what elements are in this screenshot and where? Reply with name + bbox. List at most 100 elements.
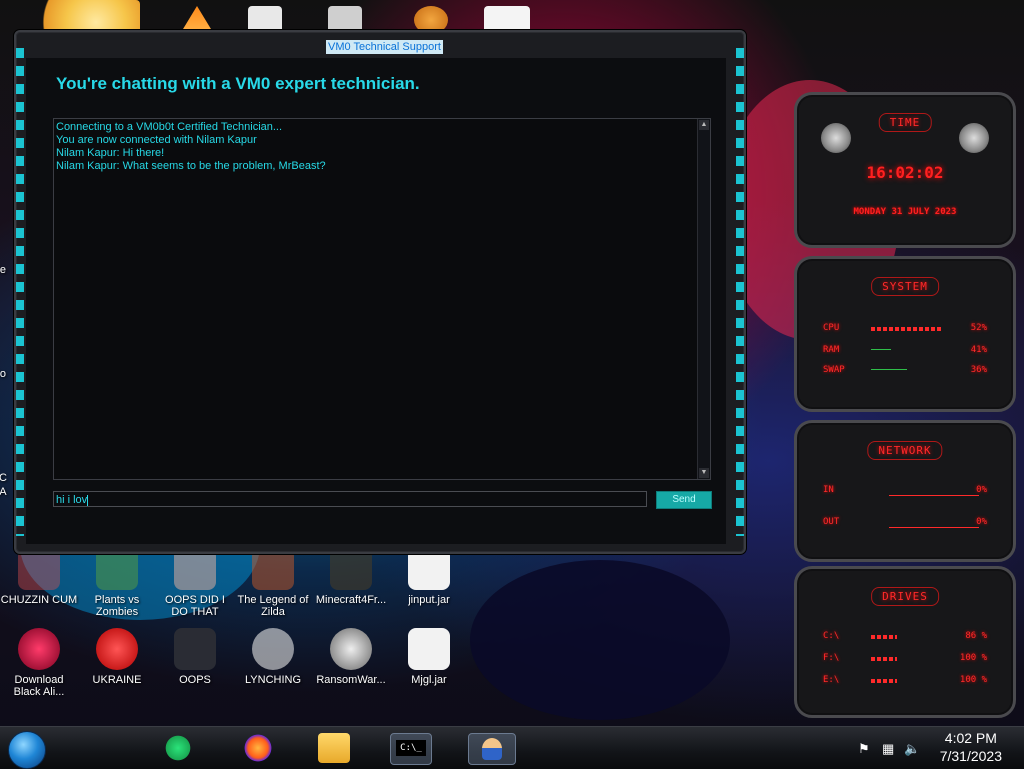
desktop-icon[interactable]: CHUZZIN CUM [0,548,78,606]
system-row-swap: SWAP 36% [823,365,987,377]
radiation-icon [96,628,138,670]
network-row-label: IN [823,485,834,495]
text-cursor [87,494,89,506]
desktop-icon-label: OOPS [179,674,211,686]
network-icon[interactable]: ▦ [882,741,894,757]
flag-icon[interactable]: ⚑ [858,741,870,757]
system-row-ram: RAM 41% [823,345,987,357]
desktop-icon[interactable]: LYNCHING [234,628,312,686]
drive-row-value: 100 % [959,675,987,685]
system-row-cpu: CPU 52% [823,323,987,335]
cmd-prompt-glyph: C:\_ [396,740,426,756]
taskbar-time: 4:02 PM [944,730,997,746]
desktop-icon-label: LYNCHING [244,674,302,686]
drive-row-label: F:\ [823,653,840,663]
phone-icon [174,628,216,670]
gadget-title: TIME [878,113,932,132]
network-graph [889,485,979,496]
usage-bar [871,635,897,639]
chat-message: Connecting to a VM0b0t Certified Technic… [56,121,283,133]
desktop-icon-label: Mjgl.jar [411,674,447,686]
desktop-icon-label: Re [0,264,7,276]
spotify-icon[interactable] [162,733,194,763]
desktop-icon-label: UKRAINE [92,674,142,686]
chat-heading: You're chatting with a VM0 expert techni… [56,74,420,93]
taskbar: C:\_ ⚑ ▦ 🔈 4:02 PM 7/31/2023 [0,726,1024,769]
desktop-icon[interactable]: Mjgl.jar [390,628,468,686]
network-row-value: 0% [976,485,987,495]
drives-gadget[interactable]: DRIVES C:\ 86 % F:\ 100 % E:\ 100 % [794,566,1016,718]
alien-head-icon [821,123,851,153]
game-icon [252,548,294,590]
folder-icon[interactable] [318,733,350,763]
network-graph [889,517,979,528]
skull-icon [330,628,372,670]
window-edge-decoration [16,48,24,536]
system-row-value: 36% [970,365,987,375]
start-button[interactable] [8,731,46,769]
desktop-icon-label: RansomWar... [316,674,386,686]
desktop-icon-label: OOPS DID I DO THAT [165,594,225,618]
desktop-icon-label: jinput.jar [408,594,450,606]
chat-message: You are now connected with Nilam Kapur [56,134,257,146]
message-input[interactable]: hi i lov [53,491,647,507]
drive-row-label: E:\ [823,675,840,685]
chat-log[interactable]: Connecting to a VM0b0t Certified Technic… [53,118,711,480]
volume-icon[interactable]: 🔈 [904,741,920,757]
system-row-value: 52% [970,323,987,333]
desktop-icon[interactable]: Plants vs Zombies [78,548,156,618]
gadget-clock: 16:02:02 [866,163,944,182]
desktop-icon[interactable]: OOPS DID I DO THAT [156,548,234,618]
drive-row: E:\ 100 % [823,675,987,687]
gadget-date: MONDAY 31 JULY 2023 [853,207,957,217]
desktop-icon-label: Co [0,368,7,380]
usage-bar [871,327,941,331]
drive-row-label: C:\ [823,631,840,641]
message-input-text: hi i lov [56,494,88,506]
cmd-icon[interactable]: C:\_ [390,733,432,765]
desktop-icon[interactable]: The Legend of Zilda [234,548,312,618]
desktop-icon-label: Plants vs Zombies [94,594,140,618]
network-row-out: OUT 0% [823,517,987,529]
network-row-value: 0% [976,517,987,527]
gadget-title: SYSTEM [871,277,939,296]
desktop-icon[interactable]: Download Black Ali... [0,628,78,698]
java-icon [408,548,450,590]
network-row-label: OUT [823,517,840,527]
game-icon [18,548,60,590]
taskbar-date: 7/31/2023 [939,748,1002,764]
time-gadget[interactable]: TIME 16:02:02 MONDAY 31 JULY 2023 [794,92,1016,248]
desktop-icon[interactable]: UKRAINE [78,628,156,686]
usage-bar [871,369,907,370]
taskbar-clock[interactable]: 4:02 PM 7/31/2023 [940,729,1002,765]
scroll-down-icon[interactable]: ▼ [699,468,709,478]
chat-message: Nilam Kapur: Hi there! [56,147,165,159]
chat-scrollbar[interactable]: ▲ ▼ [697,119,710,479]
window-edge-decoration [736,48,744,536]
network-row-in: IN 0% [823,485,987,497]
desktop-icon-label: Download Black Ali... [13,674,65,698]
system-gadget[interactable]: SYSTEM CPU 52% RAM 41% SWAP 36% [794,256,1016,412]
skull-icon [18,628,60,670]
system-row-label: RAM [823,345,840,355]
desktop-icon-label: The Legend of Zilda [237,594,309,618]
network-gadget[interactable]: NETWORK IN 0% OUT 0% [794,420,1016,562]
support-agent-icon[interactable] [468,733,516,765]
desktop-icon[interactable]: OOPS [156,628,234,686]
wallpaper-figure [470,560,730,720]
window-title[interactable]: VM0 Technical Support [326,40,443,54]
scroll-up-icon[interactable]: ▲ [699,120,709,130]
usage-bar [871,657,897,661]
drive-row-value: 100 % [959,653,987,663]
desktop-icon[interactable]: RansomWar... [312,628,390,686]
desktop-icon[interactable]: jinput.jar [390,548,468,606]
firefox-icon[interactable] [242,733,274,763]
chat-window[interactable]: VM0 Technical Support You're chatting wi… [14,30,746,554]
java-icon [408,628,450,670]
system-row-label: SWAP [823,365,845,375]
agent-figure [482,738,502,760]
rope-icon [252,628,294,670]
drive-row-value: 86 % [965,631,987,641]
send-button[interactable]: Send [656,491,712,509]
desktop-icon[interactable]: Minecraft4Fr... [312,548,390,606]
